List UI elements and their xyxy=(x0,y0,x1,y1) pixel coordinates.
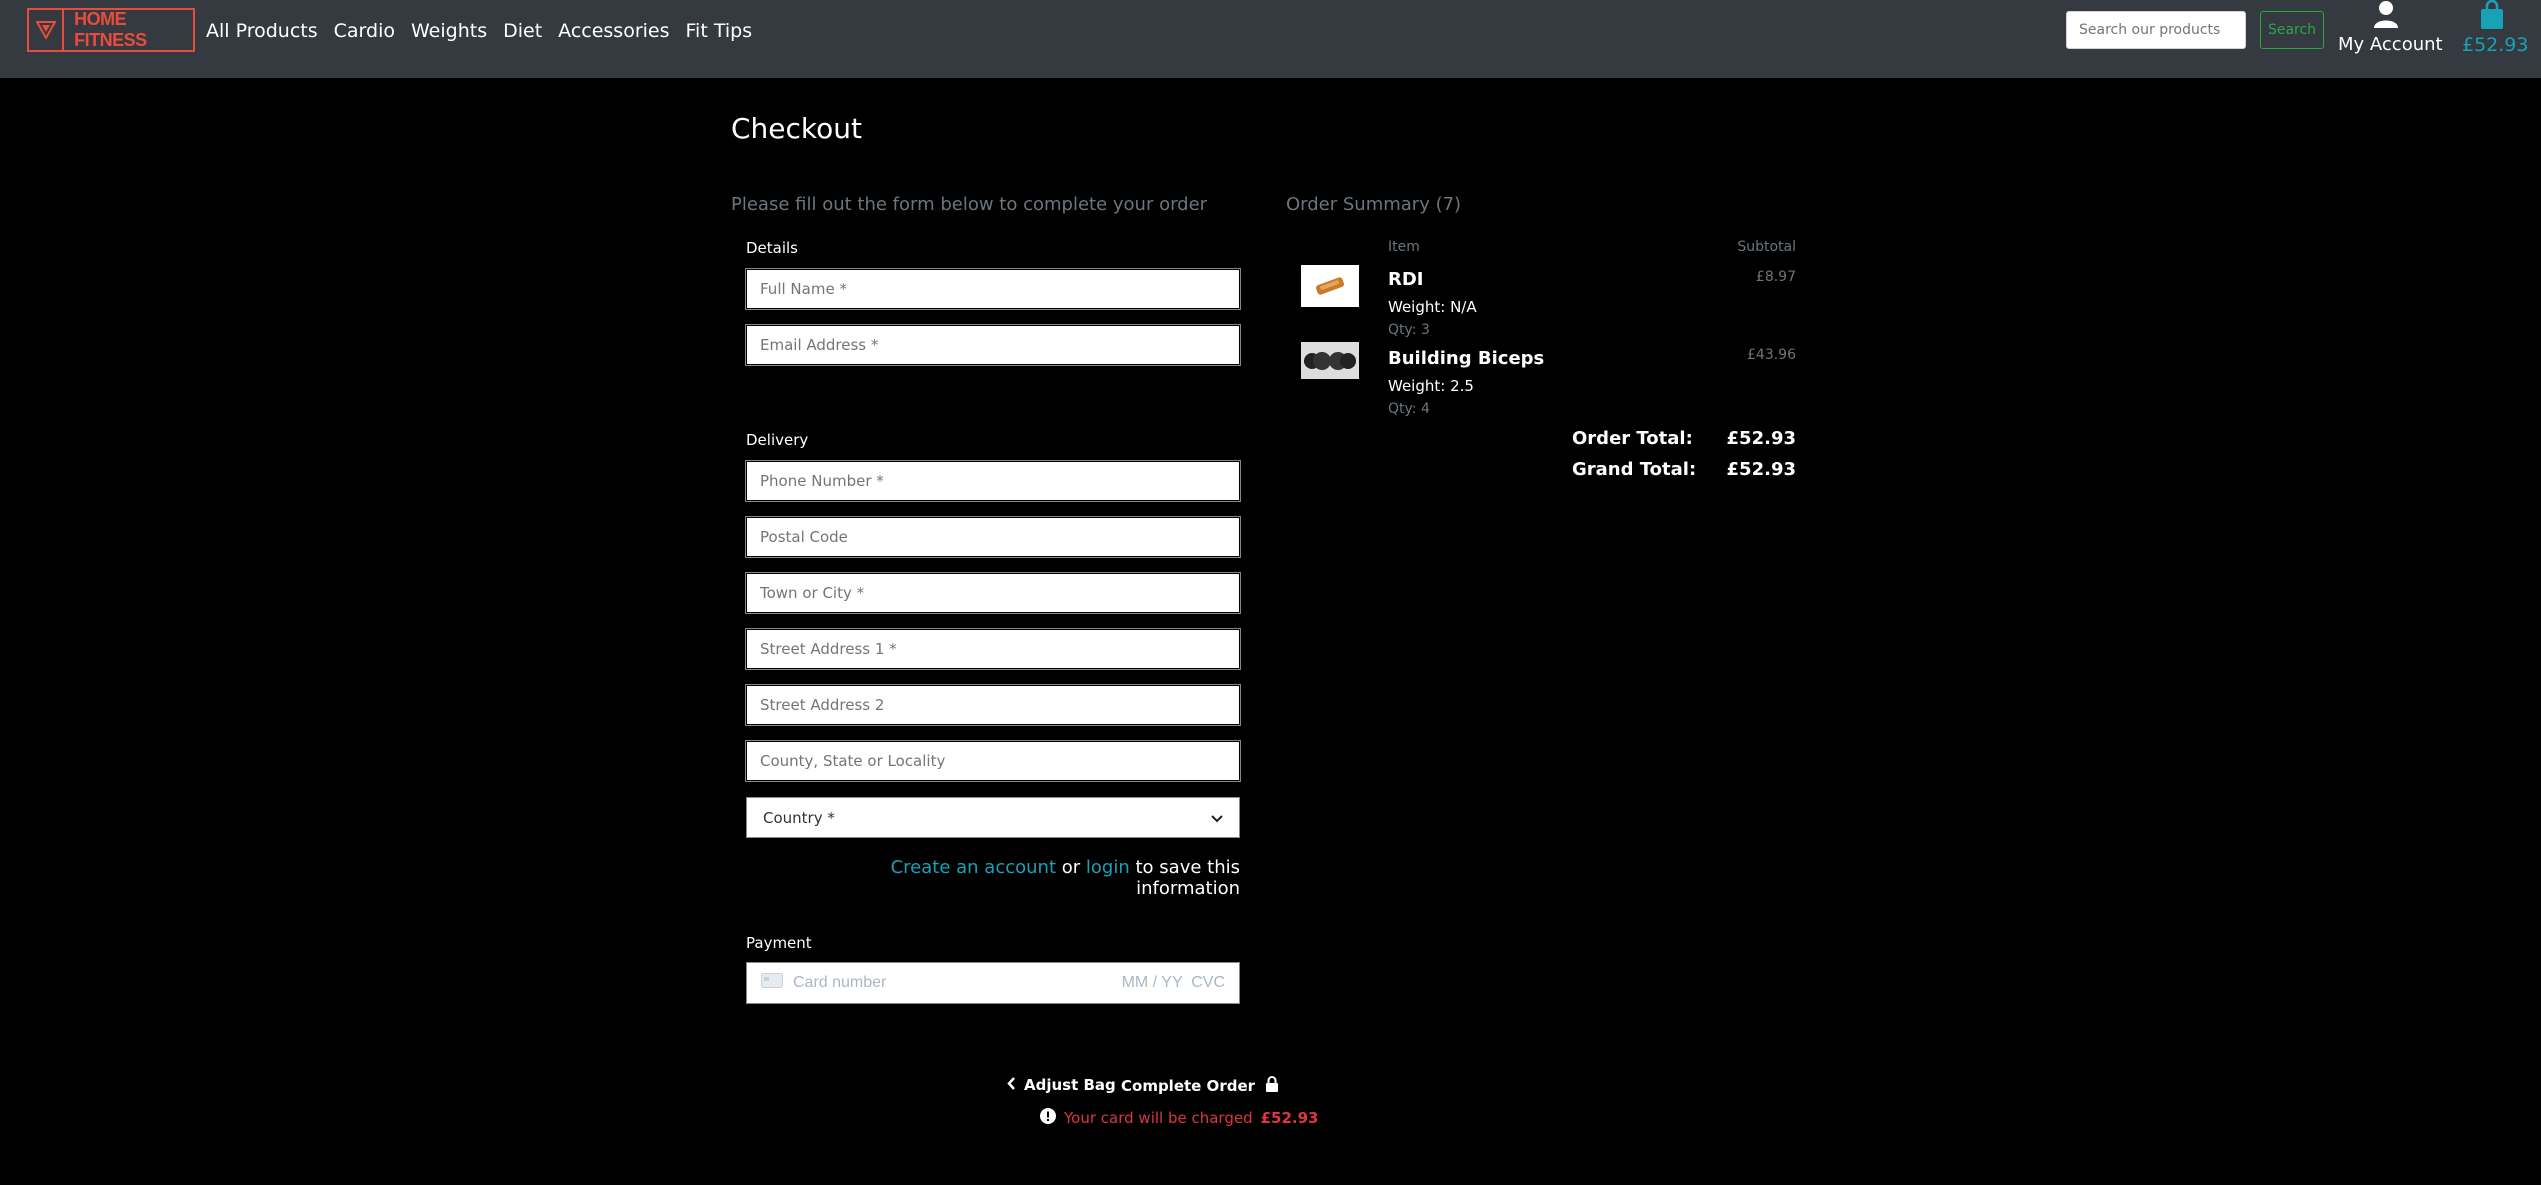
adjust-bag-button[interactable]: Adjust Bag xyxy=(1007,1076,1116,1094)
details-label: Details xyxy=(746,239,799,257)
town-city-field[interactable] xyxy=(745,572,1241,614)
nav-all-products[interactable]: All Products xyxy=(206,20,318,42)
page-title: Checkout xyxy=(731,112,862,145)
nav-accessories[interactable]: Accessories xyxy=(558,20,669,42)
save-info-line: Create an account or login to save this … xyxy=(855,857,1240,899)
complete-order-label: Complete Order xyxy=(1121,1077,1256,1095)
login-link[interactable]: login xyxy=(1086,857,1130,878)
item-weight: Weight: 2.5 xyxy=(1388,377,1474,395)
save-info-rest: to save this information xyxy=(1135,857,1241,899)
col-item-header: Item xyxy=(1388,239,1420,255)
info-circle-icon xyxy=(1040,1108,1056,1128)
search-input[interactable] xyxy=(2066,11,2246,49)
country-select[interactable]: Country * xyxy=(746,797,1240,838)
email-field[interactable] xyxy=(745,324,1241,366)
chevron-left-icon xyxy=(1007,1076,1016,1094)
order-total-label: Order Total: xyxy=(1572,428,1693,449)
complete-order-button[interactable]: Complete Order xyxy=(1121,1076,1279,1096)
grand-total-label: Grand Total: xyxy=(1572,459,1697,480)
nav-weights[interactable]: Weights xyxy=(411,20,487,42)
postal-code-field[interactable] xyxy=(745,516,1241,558)
phone-number-field[interactable] xyxy=(745,460,1241,502)
card-element[interactable]: Card number MM / YY CVC xyxy=(746,962,1240,1004)
item-weight: Weight: N/A xyxy=(1388,298,1477,316)
card-expiry-cvc-placeholder: MM / YY CVC xyxy=(1121,974,1225,991)
order-total-value: £52.93 xyxy=(1726,428,1796,449)
my-account-label: My Account xyxy=(2338,34,2443,55)
delivery-label: Delivery xyxy=(746,431,809,449)
charge-text: Your card will be charged xyxy=(1064,1109,1253,1127)
user-icon xyxy=(2374,0,2398,34)
product-image[interactable] xyxy=(1301,342,1359,379)
payment-label: Payment xyxy=(746,934,812,952)
street-address-2-field[interactable] xyxy=(745,684,1241,726)
full-name-field[interactable] xyxy=(745,268,1241,310)
logo-triangle-icon xyxy=(29,10,65,50)
item-qty: Qty: 3 xyxy=(1388,322,1430,338)
nav-diet[interactable]: Diet xyxy=(503,20,542,42)
nav-cardio[interactable]: Cardio xyxy=(334,20,395,42)
bag-total: £52.93 xyxy=(2462,34,2529,56)
county-field[interactable] xyxy=(745,740,1241,782)
nav-fit-tips[interactable]: Fit Tips xyxy=(686,20,753,42)
chevron-down-icon xyxy=(1211,809,1223,827)
col-subtotal-header: Subtotal xyxy=(1737,239,1796,255)
item-name: Building Biceps xyxy=(1388,348,1545,369)
top-navbar: HOME FITNESS All Products Cardio Weights… xyxy=(0,0,2541,78)
adjust-bag-label: Adjust Bag xyxy=(1024,1076,1116,1094)
product-image[interactable] xyxy=(1301,265,1359,307)
credit-card-icon xyxy=(761,973,783,993)
order-summary-title: Order Summary (7) xyxy=(1286,194,1462,215)
search-button[interactable]: Search xyxy=(2260,11,2324,49)
shopping-bag-link[interactable]: £52.93 xyxy=(2462,0,2529,60)
item-qty: Qty: 4 xyxy=(1388,401,1430,417)
charge-amount: £52.93 xyxy=(1260,1109,1319,1127)
main-nav: All Products Cardio Weights Diet Accesso… xyxy=(206,20,752,42)
brand-name: HOME FITNESS xyxy=(74,9,147,50)
save-info-or: or xyxy=(1061,857,1081,878)
my-account-link[interactable]: My Account xyxy=(2338,0,2443,60)
brand-logo[interactable]: HOME FITNESS xyxy=(27,8,195,52)
item-name: RDI xyxy=(1388,269,1424,290)
item-subtotal: £43.96 xyxy=(1747,347,1796,363)
grand-total-value: £52.93 xyxy=(1726,459,1796,480)
form-intro: Please fill out the form below to comple… xyxy=(731,194,1208,215)
lock-icon xyxy=(1265,1076,1279,1096)
item-subtotal: £8.97 xyxy=(1755,269,1796,285)
create-account-link[interactable]: Create an account xyxy=(891,857,1056,878)
country-select-value: Country * xyxy=(763,808,835,827)
shopping-bag-icon xyxy=(2479,0,2505,34)
card-number-placeholder: Card number xyxy=(793,974,887,991)
street-address-1-field[interactable] xyxy=(745,628,1241,670)
charge-notice: Your card will be charged £52.93 xyxy=(1040,1108,1319,1128)
